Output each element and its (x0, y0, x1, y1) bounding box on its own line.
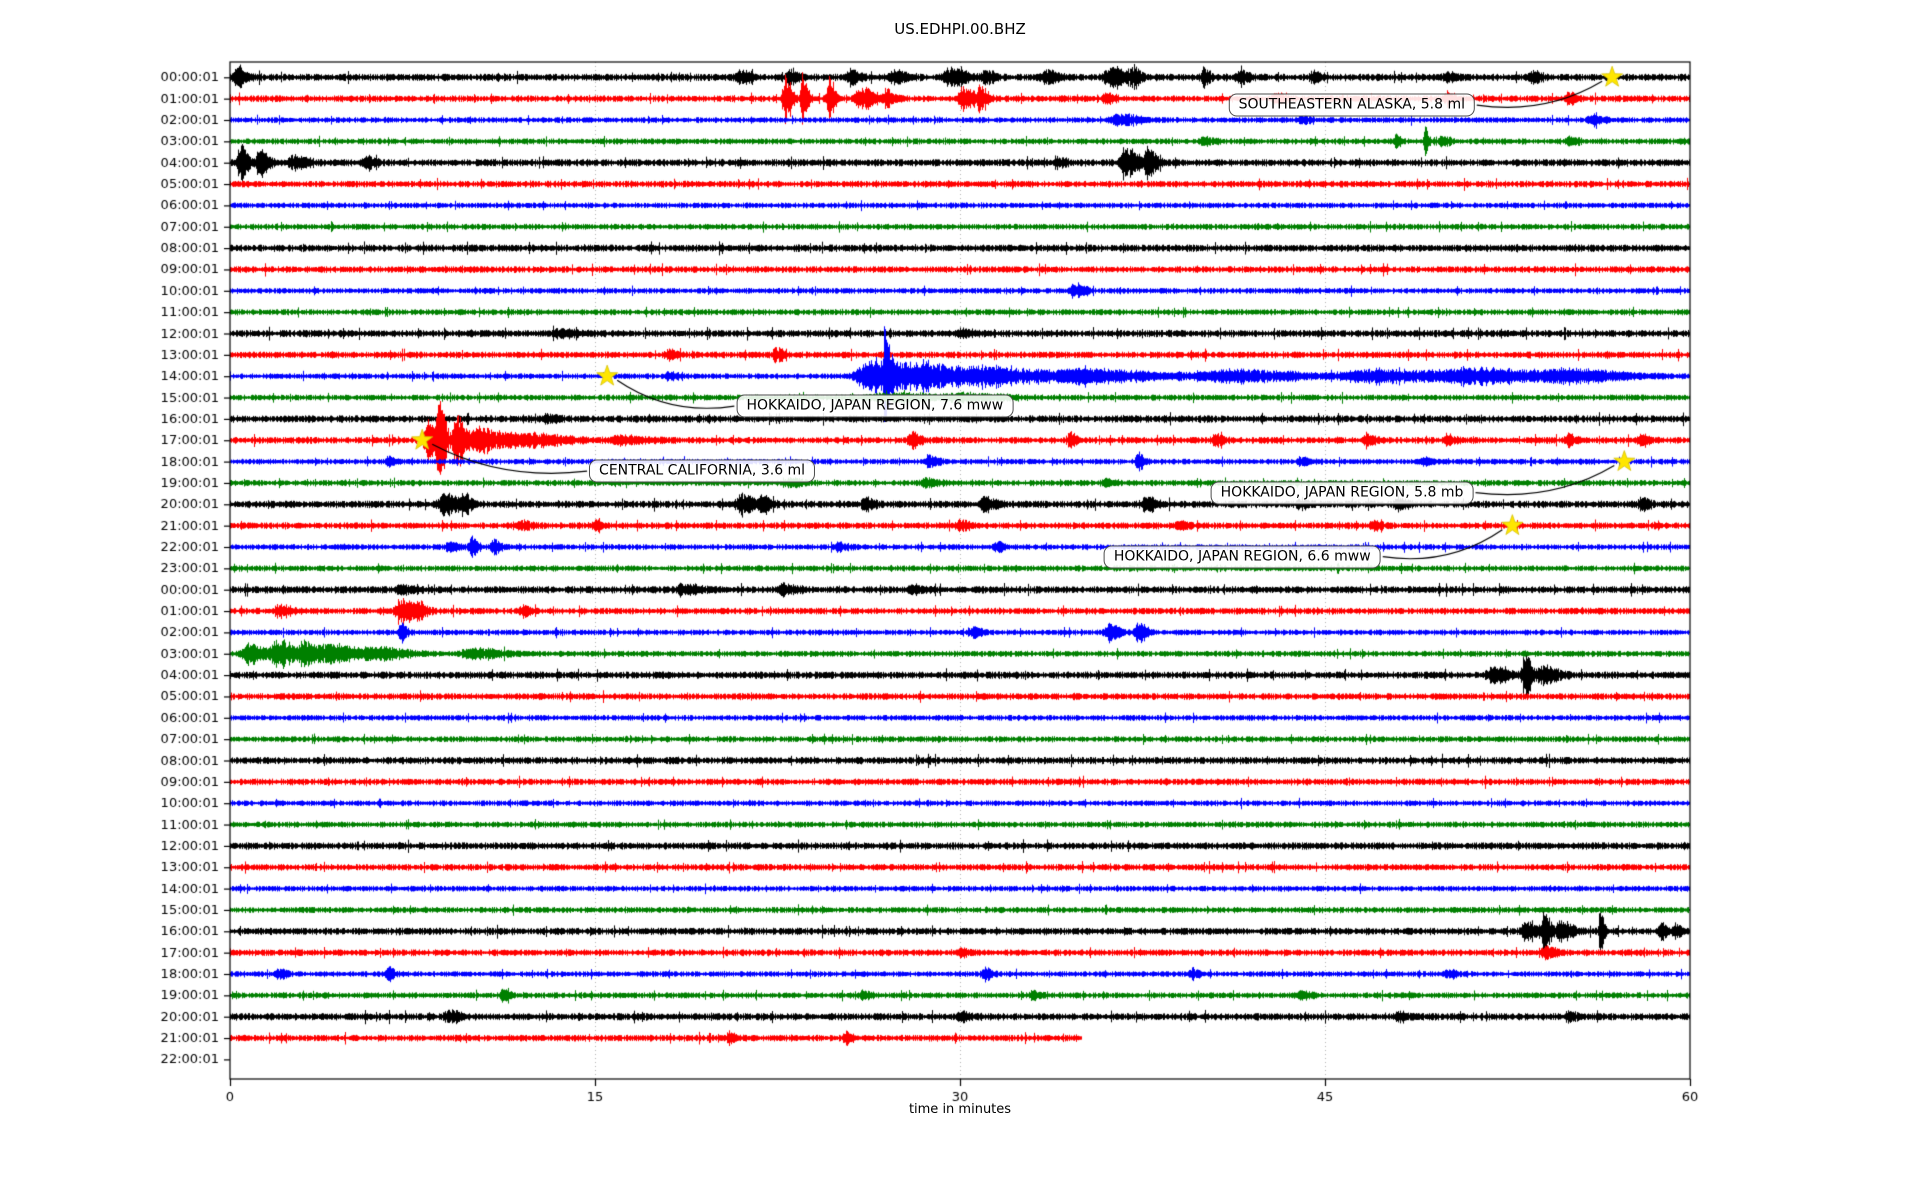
annotation-hokkaido-7-6-mww: HOKKAIDO, JAPAN REGION, 7.6 mww (736, 394, 1014, 418)
annotation-hokkaido-5-8-mb: HOKKAIDO, JAPAN REGION, 5.8 mb (1210, 481, 1474, 505)
seismogram-figure: US.EDHPI.00.BHZ time in minutes SOUTHEAS… (0, 0, 1920, 1200)
annotation-southeastern-alaska: SOUTHEASTERN ALASKA, 5.8 ml (1228, 93, 1475, 117)
seismogram-canvas (0, 0, 1920, 1200)
annotation-hokkaido-6-6-mww: HOKKAIDO, JAPAN REGION, 6.6 mww (1103, 545, 1381, 569)
x-axis-label: time in minutes (908, 1102, 1012, 1117)
chart-title: US.EDHPI.00.BHZ (894, 20, 1026, 38)
annotation-central-california: CENTRAL CALIFORNIA, 3.6 ml (589, 459, 816, 483)
